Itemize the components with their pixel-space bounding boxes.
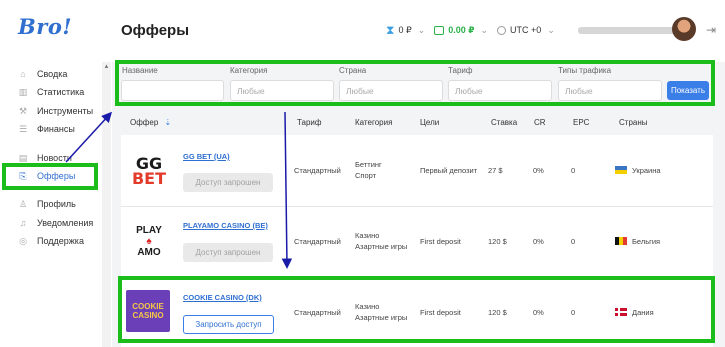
arrow-to-filters xyxy=(65,111,113,163)
arrow-to-cookie-row xyxy=(281,111,293,269)
annotation-arrows xyxy=(65,111,293,269)
